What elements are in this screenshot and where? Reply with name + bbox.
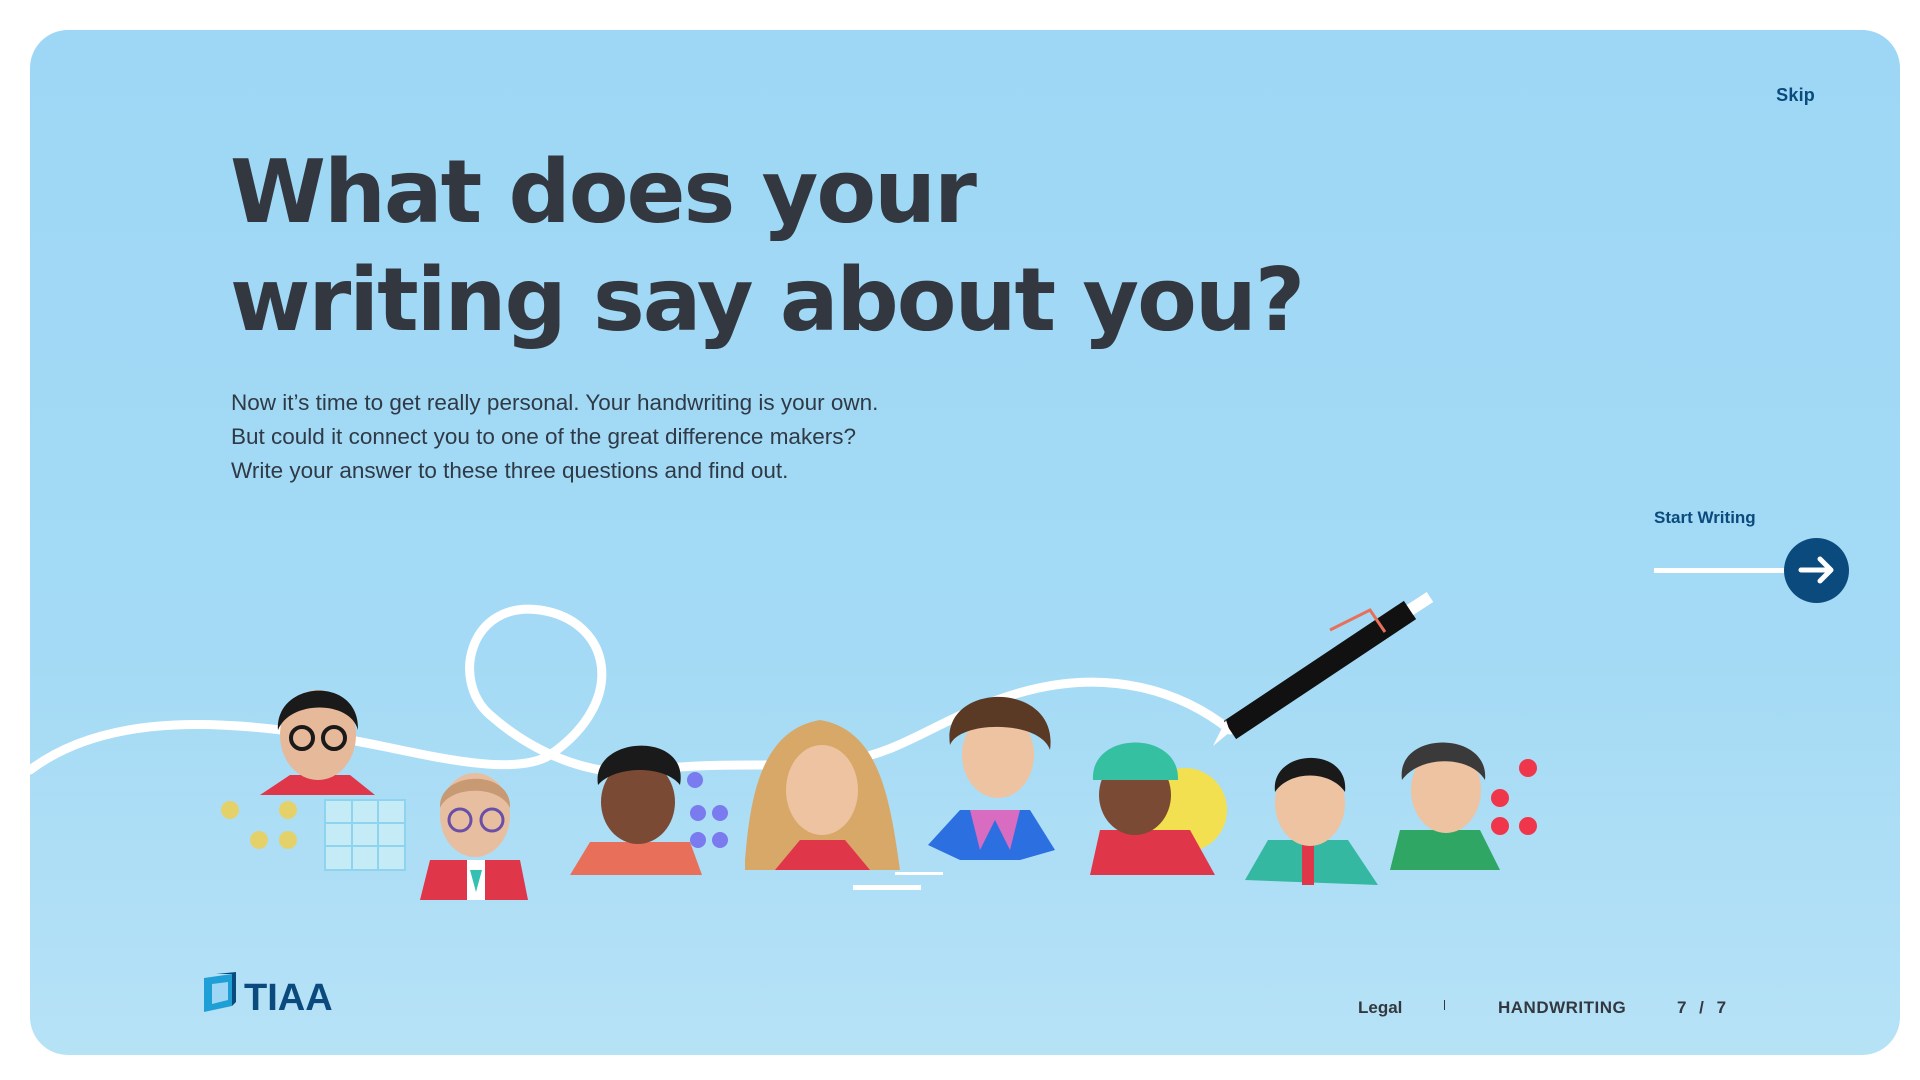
footer-divider bbox=[1444, 1000, 1445, 1010]
skip-link[interactable]: Skip bbox=[1776, 85, 1815, 106]
page-title: What does your writing say about you? bbox=[230, 138, 1330, 354]
start-writing-label: Start Writing bbox=[1654, 508, 1756, 527]
logo-wordmark: TIAA bbox=[244, 977, 333, 1018]
arrow-right-icon[interactable] bbox=[1784, 538, 1849, 603]
start-writing-button[interactable]: Start Writing bbox=[1654, 508, 1854, 603]
title-line-2: writing say about you? bbox=[230, 249, 1305, 351]
portrait-8 bbox=[1390, 742, 1537, 870]
portrait-2 bbox=[420, 773, 528, 900]
legal-link[interactable]: Legal bbox=[1358, 998, 1402, 1018]
difference-makers-illustration bbox=[30, 591, 1537, 900]
portrait-1 bbox=[221, 690, 406, 871]
title-line-1: What does your bbox=[230, 141, 977, 243]
cta-underline bbox=[1654, 568, 1794, 573]
tiaa-logo[interactable]: TIAA bbox=[202, 972, 352, 1019]
portrait-4 bbox=[745, 720, 900, 870]
intro-card: Skip What does your writing say about yo… bbox=[30, 30, 1900, 1055]
page-indicator: 7 / 7 bbox=[1677, 998, 1731, 1017]
section-label: HANDWRITING bbox=[1498, 998, 1627, 1017]
pen-icon bbox=[1213, 591, 1434, 746]
intro-description: Now it’s time to get really personal. Yo… bbox=[231, 390, 879, 483]
portrait-7 bbox=[1245, 757, 1378, 885]
portrait-6 bbox=[1090, 742, 1227, 875]
